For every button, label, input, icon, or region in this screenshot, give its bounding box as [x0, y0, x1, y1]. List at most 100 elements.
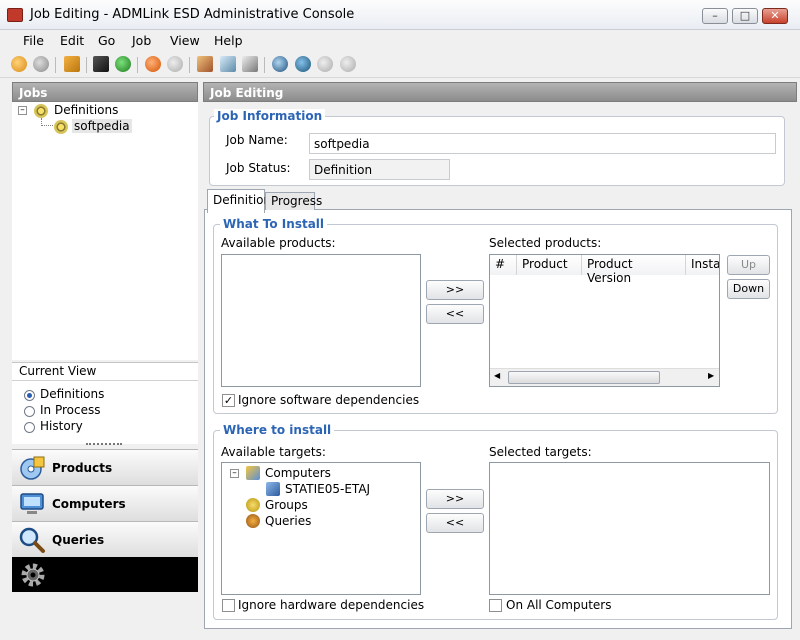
ignore-hardware-checkbox[interactable]	[222, 599, 235, 612]
all-computers-label: On All Computers	[506, 598, 612, 612]
available-products-label: Available products:	[221, 236, 336, 250]
selected-products-table[interactable]: # Product Product Version Install ◀ ▶	[489, 254, 720, 387]
column-header-install[interactable]: Install	[686, 255, 719, 275]
groups-icon	[246, 498, 260, 512]
title-bar: Job Editing - ADMLink ESD Administrative…	[0, 0, 800, 30]
disabled-action-icon[interactable]	[167, 56, 183, 72]
target-computers[interactable]: Computers	[265, 466, 331, 480]
job-information-title: Job Information	[214, 109, 326, 123]
column-header-number[interactable]: #	[490, 255, 517, 275]
column-header-product[interactable]: Product	[517, 255, 582, 275]
find-icon[interactable]	[272, 56, 288, 72]
add-target-button[interactable]: >>	[426, 489, 484, 509]
nav-products[interactable]: Products	[12, 449, 198, 485]
selected-targets-list[interactable]	[489, 462, 770, 595]
maximize-button[interactable]: □	[732, 8, 758, 24]
computer-small-icon	[266, 482, 280, 496]
job-status-label: Job Status:	[226, 161, 291, 175]
nav-queries[interactable]: Queries	[12, 521, 198, 557]
collapse-computers-icon[interactable]: –	[230, 469, 239, 478]
back-icon[interactable]	[11, 56, 27, 72]
radio-in-process[interactable]	[24, 406, 35, 417]
tree-item-definitions[interactable]: Definitions	[54, 103, 118, 117]
radio-definitions-label: Definitions	[40, 387, 105, 401]
move-down-button[interactable]: Down	[727, 279, 770, 299]
remove-target-button[interactable]: <<	[426, 513, 484, 533]
cut-icon[interactable]	[64, 56, 80, 72]
window-title: Job Editing - ADMLink ESD Administrative…	[30, 7, 355, 22]
book-icon[interactable]	[93, 56, 109, 72]
current-view-label: Current View	[19, 364, 97, 378]
current-view-panel: Current View Definitions In Process Hist…	[12, 362, 198, 444]
toolbar-separator	[189, 57, 190, 73]
nav-settings[interactable]	[12, 557, 198, 592]
forward-icon[interactable]	[33, 56, 49, 72]
column-header-version[interactable]: Product Version	[582, 255, 686, 285]
radio-in-process-label: In Process	[40, 403, 101, 417]
close-icon: ✕	[770, 9, 780, 22]
definitions-gear-icon	[34, 104, 48, 118]
scrollbar-thumb[interactable]	[508, 371, 660, 384]
radio-definitions[interactable]	[24, 390, 35, 401]
menu-bar: File Edit Go Job View Help	[0, 30, 800, 52]
jobs-header: Jobs	[12, 82, 198, 102]
refresh-icon[interactable]	[115, 56, 131, 72]
settings-gear-icon	[21, 563, 45, 587]
ignore-software-checkbox[interactable]: ✓	[222, 394, 235, 407]
properties-icon[interactable]	[242, 56, 258, 72]
maximize-icon: □	[739, 9, 751, 22]
remove-product-button[interactable]: <<	[426, 304, 484, 324]
collapse-icon[interactable]: –	[18, 106, 27, 115]
nav-queries-label: Queries	[52, 533, 105, 547]
target-queries[interactable]: Queries	[265, 514, 311, 528]
tree-connector	[41, 125, 53, 126]
scroll-right-icon[interactable]: ▶	[708, 371, 714, 380]
stop-icon[interactable]	[145, 56, 161, 72]
globe-icon[interactable]	[295, 56, 311, 72]
toolbar	[0, 52, 800, 78]
minimize-button[interactable]: –	[702, 8, 728, 24]
toolbar-separator	[137, 57, 138, 73]
queries-small-icon	[246, 514, 260, 528]
tab-progress[interactable]: Progress	[265, 192, 322, 210]
computer-icon	[20, 493, 44, 514]
job-gear-icon	[54, 120, 68, 134]
radio-history[interactable]	[24, 422, 35, 433]
job-editing-header: Job Editing	[203, 82, 797, 102]
move-up-button[interactable]: Up	[727, 255, 770, 275]
products-icon	[20, 456, 45, 480]
document-icon[interactable]	[220, 56, 236, 72]
selected-products-label: Selected products:	[489, 236, 602, 250]
target-computer-statie05[interactable]: STATIE05-ETAJ	[285, 482, 370, 496]
scroll-left-icon[interactable]: ◀	[494, 371, 500, 380]
toolbar-separator	[86, 57, 87, 73]
add-product-button[interactable]: >>	[426, 280, 484, 300]
target-groups[interactable]: Groups	[265, 498, 308, 512]
menu-view[interactable]: View	[170, 33, 200, 48]
menu-go[interactable]: Go	[98, 33, 115, 48]
menu-edit[interactable]: Edit	[60, 33, 84, 48]
tab-definition[interactable]: Definition	[207, 189, 271, 213]
close-button[interactable]: ✕	[762, 8, 788, 24]
job-name-label: Job Name:	[226, 133, 288, 147]
horizontal-scrollbar[interactable]: ◀ ▶	[490, 368, 719, 386]
splitter-grip[interactable]	[86, 443, 122, 447]
tools-icon[interactable]	[197, 56, 213, 72]
disabled-help-icon[interactable]	[340, 56, 356, 72]
nav-computers[interactable]: Computers	[12, 485, 198, 521]
ignore-software-label: Ignore software dependencies	[238, 393, 420, 407]
job-name-input[interactable]: softpedia	[309, 133, 776, 154]
divider	[12, 380, 198, 381]
available-targets-tree[interactable]: – Computers STATIE05-ETAJ Groups Queries	[221, 462, 421, 595]
available-products-list[interactable]	[221, 254, 421, 387]
disabled-globe-icon[interactable]	[317, 56, 333, 72]
tree-item-softpedia[interactable]: softpedia	[72, 119, 132, 133]
all-computers-checkbox[interactable]	[489, 599, 502, 612]
toolbar-separator	[264, 57, 265, 73]
app-icon	[7, 8, 23, 22]
menu-help[interactable]: Help	[214, 33, 243, 48]
nav-products-label: Products	[52, 461, 113, 475]
menu-file[interactable]: File	[23, 33, 44, 48]
menu-job[interactable]: Job	[132, 33, 151, 48]
nav-computers-label: Computers	[52, 497, 126, 511]
